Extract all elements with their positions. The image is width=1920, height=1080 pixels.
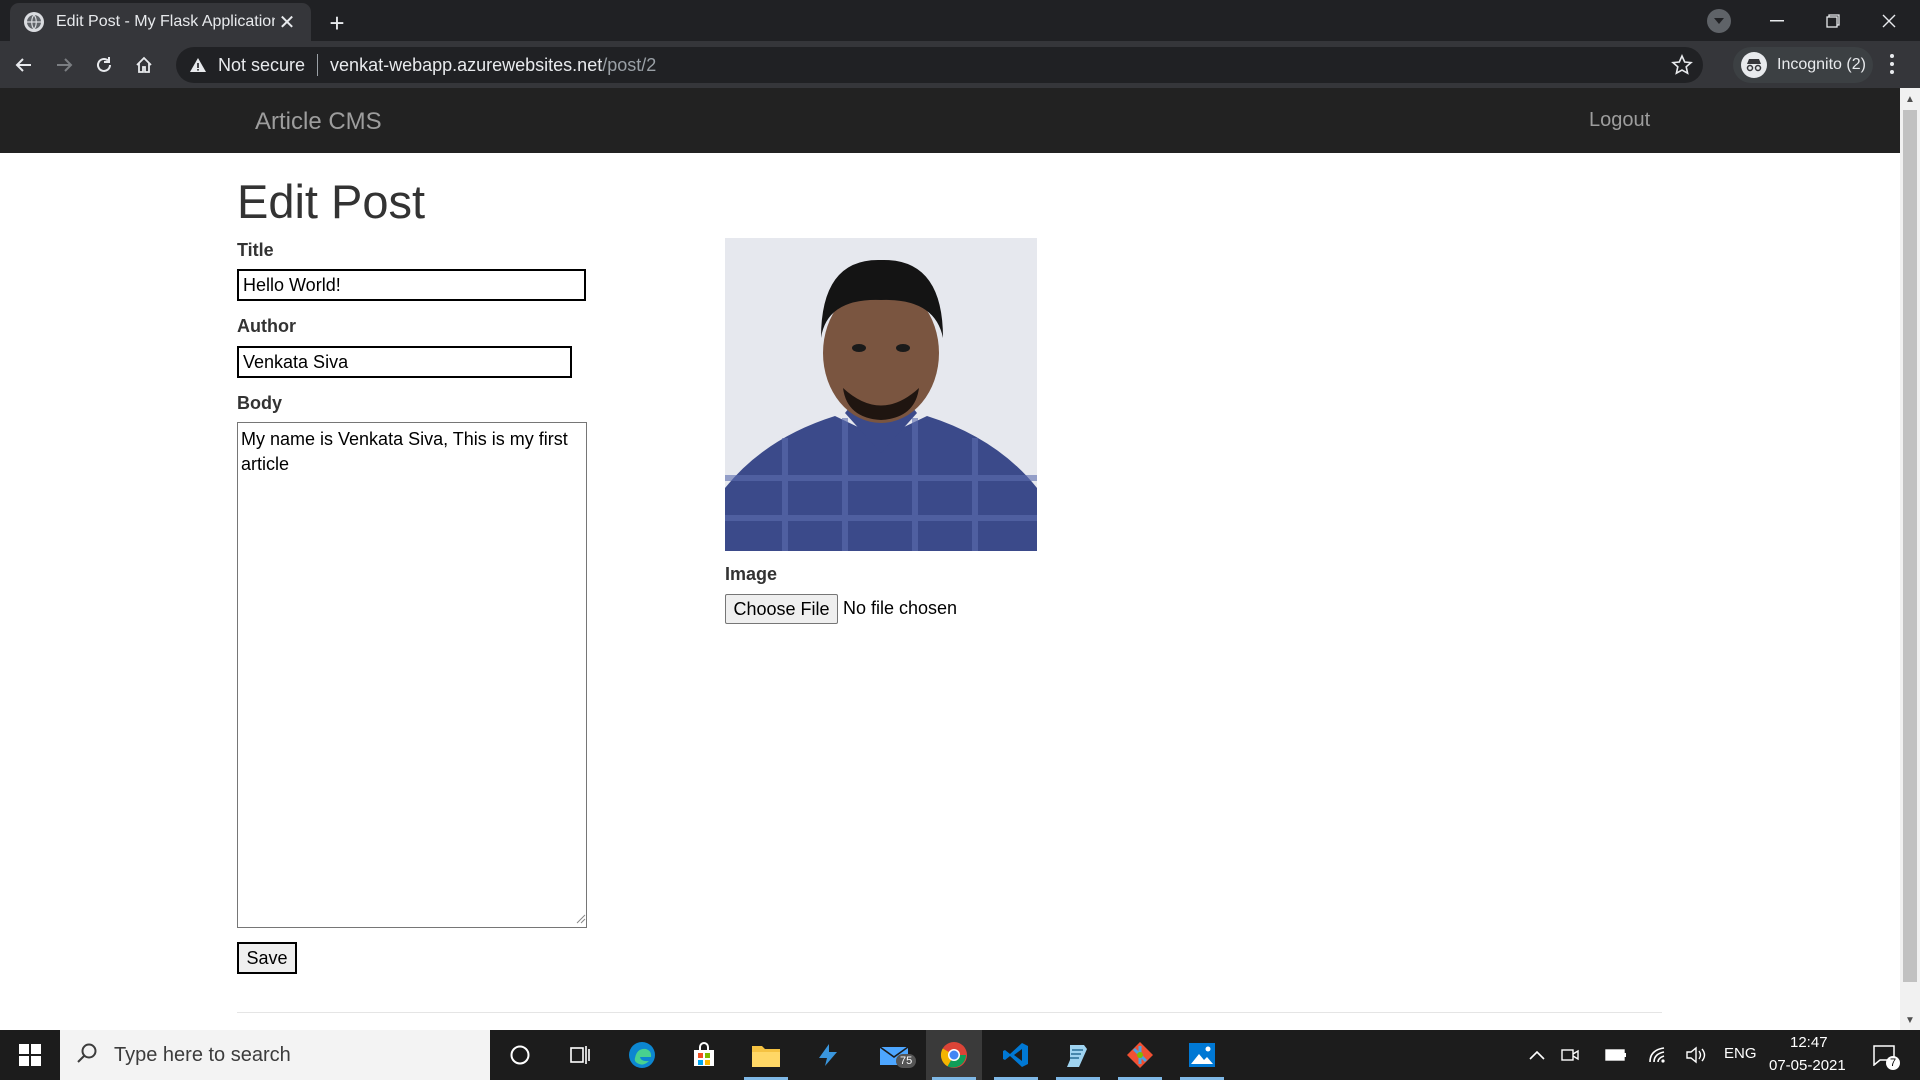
post-image-preview	[725, 238, 1037, 551]
file-explorer-icon[interactable]	[738, 1030, 794, 1080]
close-tab-icon[interactable]: ✕	[275, 10, 299, 34]
photos-icon[interactable]	[1174, 1030, 1230, 1080]
restore-icon[interactable]	[1805, 0, 1861, 41]
browser-toolbar: Not secure venkat-webapp.azurewebsites.n…	[0, 41, 1920, 88]
site-navbar: Article CMS Logout	[0, 88, 1900, 153]
tab-title: Edit Post - My Flask Application	[56, 13, 275, 30]
clock-date[interactable]: 07-05-2021	[1769, 1057, 1846, 1074]
file-status: No file chosen	[843, 598, 958, 618]
notification-center-icon[interactable]: 7	[1856, 1030, 1912, 1080]
brand-link[interactable]: Article CMS	[255, 108, 382, 136]
back-icon[interactable]	[6, 47, 42, 83]
address-bar[interactable]: Not secure venkat-webapp.azurewebsites.n…	[176, 47, 1703, 83]
browser-menu-icon[interactable]	[1880, 52, 1904, 76]
reload-icon[interactable]	[86, 47, 122, 83]
wifi-icon[interactable]	[1638, 1030, 1678, 1080]
url-host: venkat-webapp.azurewebsites.net	[330, 54, 603, 75]
windows-taskbar: Type here to search 75 ENG 12:47 07-05-2…	[0, 1030, 1920, 1080]
microsoft-store-icon[interactable]	[676, 1030, 732, 1080]
globe-icon	[24, 12, 44, 32]
title-input[interactable]	[237, 269, 586, 301]
mail-icon[interactable]: 75	[866, 1030, 922, 1080]
warning-icon[interactable]	[188, 55, 208, 75]
edge-browser-icon[interactable]	[614, 1030, 670, 1080]
home-icon[interactable]	[126, 47, 162, 83]
search-icon	[76, 1042, 98, 1069]
taskbar-search-box[interactable]: Type here to search	[60, 1030, 490, 1080]
tab-search-icon[interactable]	[1707, 9, 1731, 33]
notification-count: 7	[1886, 1056, 1901, 1070]
cortana-icon[interactable]	[492, 1030, 548, 1080]
forward-icon[interactable]	[46, 47, 82, 83]
footer-divider	[237, 1012, 1662, 1013]
security-label[interactable]: Not secure	[218, 55, 305, 76]
resize-grip-icon[interactable]	[574, 912, 586, 924]
vscode-icon[interactable]	[988, 1030, 1044, 1080]
chrome-icon[interactable]	[926, 1030, 982, 1080]
incognito-label: Incognito (2)	[1777, 56, 1866, 73]
volume-icon[interactable]	[1676, 1030, 1716, 1080]
incognito-icon	[1741, 52, 1767, 78]
bookmark-star-icon[interactable]	[1671, 54, 1693, 76]
meet-now-icon[interactable]	[1550, 1030, 1590, 1080]
url-path: /post/2	[602, 54, 657, 75]
language-indicator[interactable]: ENG	[1724, 1045, 1757, 1062]
task-view-icon[interactable]	[552, 1030, 608, 1080]
taskbar-search-placeholder: Type here to search	[114, 1043, 291, 1066]
author-input[interactable]	[237, 346, 572, 378]
incognito-indicator[interactable]: Incognito (2)	[1733, 47, 1873, 83]
git-gui-icon[interactable]	[1112, 1030, 1168, 1080]
choose-file-button[interactable]: Choose File	[725, 594, 838, 624]
page-title: Edit Post	[237, 175, 426, 228]
scroll-down-icon[interactable]: ▼	[1903, 1013, 1917, 1027]
minimize-icon[interactable]	[1749, 0, 1805, 41]
mail-badge: 75	[896, 1054, 917, 1068]
save-button[interactable]: Save	[237, 942, 297, 974]
scrollbar-thumb[interactable]	[1903, 110, 1917, 982]
body-label: Body	[237, 393, 282, 413]
body-textarea[interactable]: My name is Venkata Siva, This is my firs…	[237, 422, 587, 928]
title-label: Title	[237, 240, 274, 260]
browser-tab-strip: Edit Post - My Flask Application ✕ +	[0, 0, 1920, 41]
browser-tab[interactable]: Edit Post - My Flask Application ✕	[10, 3, 311, 41]
close-window-icon[interactable]	[1861, 0, 1917, 41]
page-viewport: Article CMS Logout Edit Post Title Autho…	[0, 88, 1920, 1030]
scroll-up-icon[interactable]: ▲	[1903, 92, 1917, 106]
new-tab-icon[interactable]: +	[322, 8, 352, 38]
azure-data-studio-icon[interactable]	[800, 1030, 856, 1080]
battery-icon[interactable]	[1596, 1030, 1636, 1080]
windows-start-icon[interactable]	[2, 1030, 58, 1080]
separator	[317, 54, 319, 76]
logout-link[interactable]: Logout	[1589, 109, 1650, 132]
clock-time[interactable]: 12:47	[1790, 1034, 1828, 1051]
notepad-icon[interactable]	[1050, 1030, 1106, 1080]
image-label: Image	[725, 564, 778, 584]
author-label: Author	[237, 316, 296, 336]
